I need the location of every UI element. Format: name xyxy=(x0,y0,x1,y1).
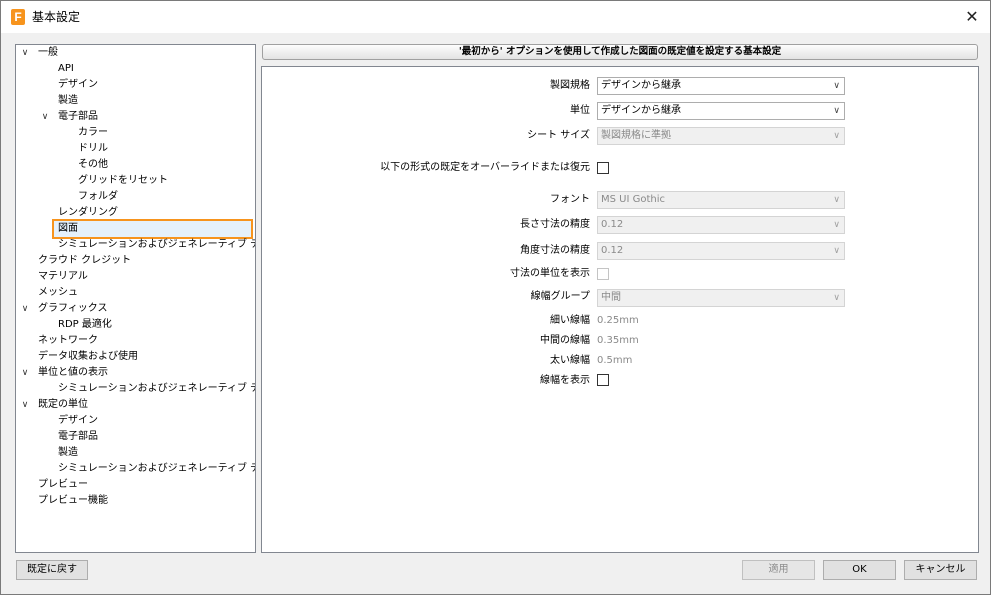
sheet-size-label: シート サイズ xyxy=(527,130,590,141)
font-label: フォント xyxy=(550,194,590,205)
title-bar: F 基本設定 ✕ xyxy=(1,1,990,33)
units-dropdown[interactable]: デザインから継承 ∨ xyxy=(597,102,845,120)
show-lineweight-checkbox[interactable] xyxy=(597,374,609,386)
linear-precision-label: 長さ寸法の精度 xyxy=(520,219,590,230)
show-units-label: 寸法の単位を表示 xyxy=(510,268,590,279)
apply-button: 適用 xyxy=(742,560,815,580)
lineweight-group-dropdown: 中間 ∨ xyxy=(597,289,845,307)
thin-lineweight-label: 細い線幅 xyxy=(550,315,590,326)
tree-item-preview-features[interactable]: プレビュー機能 xyxy=(38,493,108,509)
thick-lineweight-value: 0.5mm xyxy=(597,355,633,366)
medium-lineweight-label: 中間の線幅 xyxy=(540,335,590,346)
tree-item-color[interactable]: カラー xyxy=(78,125,108,141)
tree-item-reset-grid[interactable]: グリッドをリセット xyxy=(78,173,168,189)
restore-defaults-button[interactable]: 既定に戻す xyxy=(16,560,88,580)
chevron-down-icon: ∨ xyxy=(833,293,840,303)
angular-precision-label: 角度寸法の精度 xyxy=(520,245,590,256)
tree-item-other[interactable]: その他 xyxy=(78,157,108,173)
tree-item-units-manufacture[interactable]: 製造 xyxy=(58,445,78,461)
chevron-down-icon[interactable]: ∨ xyxy=(20,45,30,61)
chevron-down-icon: ∨ xyxy=(833,131,840,141)
font-dropdown: MS UI Gothic ∨ xyxy=(597,191,845,209)
show-lineweight-label: 線幅を表示 xyxy=(540,375,590,386)
tree-item-rendering[interactable]: レンダリング xyxy=(58,205,118,221)
tree-item-units-electronics[interactable]: 電子部品 xyxy=(58,429,98,445)
tree-item-unit-display-simulation[interactable]: シミュレーションおよびジェネレーティブ デザイン xyxy=(58,381,255,397)
window-title: 基本設定 xyxy=(32,10,81,24)
tree-item-data-collection[interactable]: データ収集および使用 xyxy=(38,349,138,365)
lineweight-group-label: 線幅グループ xyxy=(530,291,590,302)
tree-item-manufacture[interactable]: 製造 xyxy=(58,93,78,109)
standard-value: デザインから継承 xyxy=(601,80,681,91)
section-header: '最初から' オプションを使用して作成した図面の既定値を設定する基本設定 xyxy=(262,44,978,60)
tree-item-default-units[interactable]: 既定の単位 xyxy=(38,397,88,413)
chevron-down-icon[interactable]: ∨ xyxy=(20,397,30,413)
chevron-down-icon[interactable]: ∨ xyxy=(40,109,50,125)
override-checkbox[interactable] xyxy=(597,162,609,174)
tree-item-mesh[interactable]: メッシュ xyxy=(38,285,78,301)
font-value: MS UI Gothic xyxy=(601,194,666,205)
tree-item-graphics[interactable]: グラフィックス xyxy=(38,301,108,317)
thin-lineweight-value: 0.25mm xyxy=(597,315,639,326)
standard-label: 製図規格 xyxy=(550,80,590,91)
linear-precision-value: 0.12 xyxy=(601,219,624,230)
tree-item-cloud-credits[interactable]: クラウド クレジット xyxy=(38,253,131,269)
tree-item-design[interactable]: デザイン xyxy=(58,77,98,93)
chevron-down-icon: ∨ xyxy=(833,195,840,205)
tree-item-electronics[interactable]: 電子部品 xyxy=(58,109,98,125)
tree-item-folder[interactable]: フォルダ xyxy=(78,189,118,205)
thick-lineweight-label: 太い線幅 xyxy=(550,355,590,366)
override-label: 以下の形式の既定をオーバーライドまたは復元 xyxy=(380,162,590,173)
tree-item-drawing[interactable]: 図面 xyxy=(52,219,253,239)
chevron-down-icon: ∨ xyxy=(833,246,840,256)
sheet-size-dropdown: 製図規格に準拠 ∨ xyxy=(597,127,845,145)
tree-item-network[interactable]: ネットワーク xyxy=(38,333,98,349)
units-label: 単位 xyxy=(570,105,590,116)
tree-item-general[interactable]: 一般 xyxy=(38,45,58,61)
close-icon[interactable]: ✕ xyxy=(962,7,982,27)
chevron-down-icon: ∨ xyxy=(833,106,840,116)
lineweight-group-value: 中間 xyxy=(601,292,621,303)
tree-item-preview[interactable]: プレビュー xyxy=(38,477,88,493)
chevron-down-icon: ∨ xyxy=(833,81,840,91)
fusion-app-icon: F xyxy=(11,9,25,25)
tree-item-material[interactable]: マテリアル xyxy=(38,269,88,285)
units-value: デザインから継承 xyxy=(601,105,681,116)
settings-panel: 製図規格 デザインから継承 ∨ 単位 デザインから継承 ∨ シート サイズ 製図… xyxy=(261,66,979,553)
show-units-checkbox xyxy=(597,268,609,280)
linear-precision-dropdown: 0.12 ∨ xyxy=(597,216,845,234)
tree-item-unit-display[interactable]: 単位と値の表示 xyxy=(38,365,108,381)
preferences-tree[interactable]: ∨ 一般 API デザイン 製造 ∨ 電子部品 カラー ドリル その他 グリッド… xyxy=(15,44,256,553)
tree-item-units-design[interactable]: デザイン xyxy=(58,413,98,429)
chevron-down-icon: ∨ xyxy=(833,220,840,230)
preferences-dialog: F 基本設定 ✕ ∨ 一般 API デザイン 製造 ∨ 電子部品 カラー ドリル… xyxy=(0,0,991,595)
chevron-down-icon[interactable]: ∨ xyxy=(20,301,30,317)
tree-item-units-simulation[interactable]: シミュレーションおよびジェネレーティブ デザイン xyxy=(58,461,255,477)
standard-dropdown[interactable]: デザインから継承 ∨ xyxy=(597,77,845,95)
tree-item-simulation[interactable]: シミュレーションおよびジェネレーティブ デザイン xyxy=(58,237,255,253)
chevron-down-icon[interactable]: ∨ xyxy=(20,365,30,381)
angular-precision-dropdown: 0.12 ∨ xyxy=(597,242,845,260)
tree-item-drill[interactable]: ドリル xyxy=(78,141,108,157)
tree-item-rdp[interactable]: RDP 最適化 xyxy=(58,317,112,333)
sheet-size-value: 製図規格に準拠 xyxy=(601,130,671,141)
angular-precision-value: 0.12 xyxy=(601,245,624,256)
cancel-button[interactable]: キャンセル xyxy=(904,560,977,580)
tree-item-api[interactable]: API xyxy=(58,61,74,77)
medium-lineweight-value: 0.35mm xyxy=(597,335,639,346)
ok-button[interactable]: OK xyxy=(823,560,896,580)
